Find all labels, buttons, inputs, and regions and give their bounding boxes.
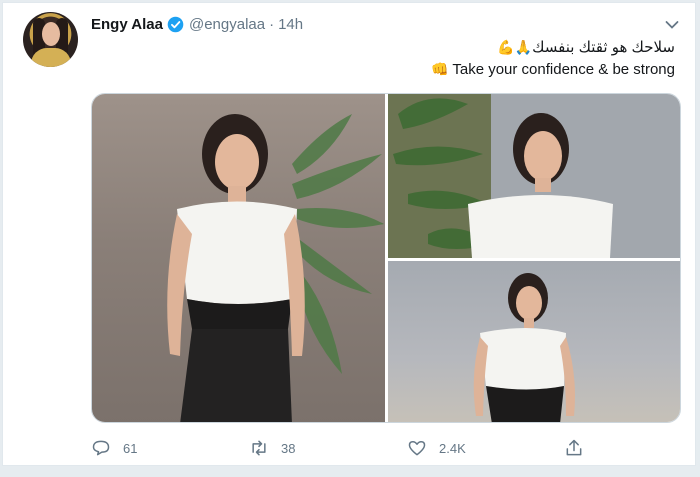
tweet-text-english: 👊 Take your confidence & be strong — [431, 61, 675, 78]
tweet-header: Engy Alaa @engyalaa · 14h — [91, 14, 303, 34]
verified-badge-icon — [167, 16, 184, 33]
retweet-count: 38 — [281, 440, 296, 456]
retweet-button[interactable]: 38 — [249, 433, 295, 463]
share-button[interactable] — [564, 433, 584, 463]
media-grid — [91, 93, 681, 423]
tweet-card[interactable]: Engy Alaa @engyalaa · 14h سلاحك هو ثقتك … — [2, 2, 696, 466]
author-handle[interactable]: @engyalaa — [189, 16, 265, 33]
photo-woman-full-body[interactable] — [92, 94, 385, 422]
reply-button[interactable]: 61 — [91, 433, 137, 463]
like-count: 2.4K — [439, 440, 466, 456]
chevron-down-icon[interactable] — [665, 17, 679, 29]
avatar-face — [42, 22, 60, 46]
photo-woman-standing[interactable] — [388, 261, 680, 422]
fist-emoji: 👊 — [431, 61, 449, 77]
profile-avatar[interactable] — [23, 12, 78, 67]
like-button[interactable]: 2.4K — [407, 433, 466, 463]
tweet-text-arabic-content: سلاحك هو ثقتك بنفسك — [532, 39, 675, 56]
avatar-outfit — [31, 48, 71, 67]
author-name[interactable]: Engy Alaa — [91, 16, 163, 33]
retweet-icon — [252, 440, 266, 456]
heart-icon — [408, 441, 426, 456]
separator-dot: · — [269, 15, 275, 33]
photo-woman-closeup[interactable] — [388, 94, 680, 258]
tweet-timestamp[interactable]: 14h — [278, 16, 303, 33]
pray-flex-emoji: 🙏💪 — [497, 39, 533, 55]
tweet-text-english-content: Take your confidence & be strong — [452, 61, 675, 78]
tweet-text-arabic: سلاحك هو ثقتك بنفسك🙏💪 — [497, 38, 675, 56]
tweet-actions: 61 38 2.4K — [91, 433, 591, 463]
reply-count: 61 — [123, 440, 138, 456]
share-icon — [566, 439, 582, 456]
reply-icon — [92, 440, 110, 456]
